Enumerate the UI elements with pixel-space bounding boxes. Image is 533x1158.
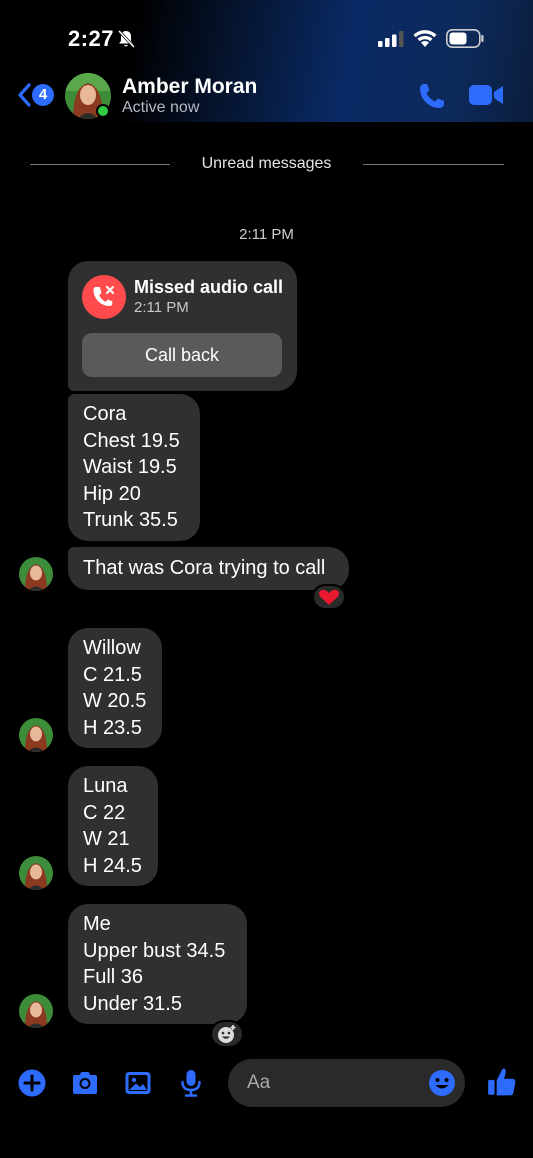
- message-line: C 22: [83, 801, 126, 824]
- message-line: Upper bust 34.5: [83, 939, 226, 962]
- message-bubble[interactable]: Me Upper bust 34.5 Full 36 Under 31.5: [68, 904, 247, 1025]
- battery-icon: [446, 29, 484, 48]
- missed-call-icon: [82, 275, 126, 319]
- phone-icon[interactable]: [417, 81, 447, 111]
- message-line: H 24.5: [83, 854, 142, 877]
- missed-call-card: Missed audio call 2:11 PM Call back: [68, 261, 297, 391]
- unread-divider-label: Unread messages: [201, 155, 332, 172]
- message-line: Me: [83, 913, 111, 935]
- divider-left: [30, 164, 170, 165]
- message-line: Full 36: [83, 966, 144, 989]
- video-camera-icon[interactable]: [468, 82, 504, 108]
- sender-avatar[interactable]: [19, 994, 53, 1028]
- heart-reaction[interactable]: [312, 584, 346, 610]
- plus-circle-icon[interactable]: [17, 1068, 47, 1098]
- sender-avatar[interactable]: [19, 557, 53, 591]
- camera-icon[interactable]: [69, 1068, 101, 1098]
- heart-icon: [319, 589, 339, 605]
- message-line: That was Cora trying to call: [83, 557, 326, 579]
- unread-count-badge: 4: [32, 84, 54, 106]
- message-line: Willow: [83, 637, 141, 659]
- message-composer: Aa: [0, 1054, 533, 1114]
- call-back-button[interactable]: Call back: [82, 333, 282, 377]
- message-bubble[interactable]: That was Cora trying to call: [68, 547, 349, 590]
- message-line: Hip 20: [83, 482, 141, 505]
- message-line: Cora: [83, 403, 127, 425]
- bell-off-icon: [117, 29, 136, 49]
- wifi-icon: [413, 30, 437, 47]
- chevron-left-icon: [18, 83, 31, 107]
- contact-status: Active now: [122, 99, 200, 116]
- status-time: 2:27: [68, 26, 115, 51]
- message-line: W 20.5: [83, 690, 147, 713]
- message-bubble[interactable]: Cora Chest 19.5 Waist 19.5 Hip 20 Trunk …: [68, 394, 200, 541]
- conversation-header: 4 Amber Moran Active now: [0, 70, 533, 122]
- sender-avatar[interactable]: [19, 718, 53, 752]
- message-input[interactable]: Aa: [228, 1059, 465, 1107]
- message-line: Waist 19.5: [83, 456, 177, 479]
- missed-call-title: Missed audio call: [134, 277, 284, 297]
- message-line: Trunk 35.5: [83, 509, 178, 532]
- add-reaction-button[interactable]: [210, 1020, 244, 1048]
- message-bubble[interactable]: Willow C 21.5 W 20.5 H 23.5: [68, 628, 162, 749]
- microphone-icon[interactable]: [176, 1068, 206, 1098]
- message-bubble[interactable]: Luna C 22 W 21 H 24.5: [68, 766, 158, 887]
- cellular-signal-icon: [378, 31, 404, 47]
- back-button[interactable]: 4: [12, 80, 58, 110]
- image-gallery-icon[interactable]: [123, 1068, 153, 1098]
- message-line: H 23.5: [83, 716, 142, 739]
- divider-right: [363, 164, 504, 165]
- status-bar: 2:27: [0, 0, 533, 70]
- message-line: Chest 19.5: [83, 429, 180, 452]
- missed-call-time: 2:11 PM: [134, 299, 189, 316]
- sender-avatar[interactable]: [19, 856, 53, 890]
- online-indicator: [96, 104, 110, 118]
- message-timestamp: 2:11 PM: [239, 226, 294, 243]
- smiley-plus-icon: [218, 1025, 236, 1043]
- message-line: Under 31.5: [83, 992, 182, 1015]
- contact-name[interactable]: Amber Moran: [122, 75, 257, 99]
- thumbs-up-icon[interactable]: [486, 1066, 518, 1098]
- message-line: W 21: [83, 828, 130, 851]
- message-line: C 21.5: [83, 663, 142, 686]
- message-input-placeholder: Aa: [247, 1072, 271, 1093]
- message-line: Luna: [83, 775, 128, 797]
- emoji-icon[interactable]: [428, 1069, 456, 1097]
